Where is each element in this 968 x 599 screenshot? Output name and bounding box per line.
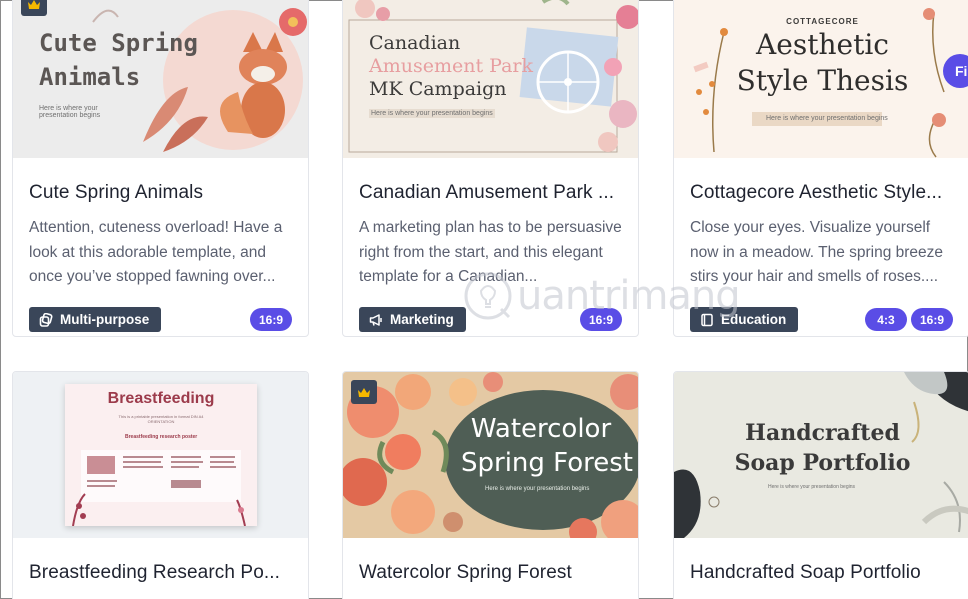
watermark-text: uantrimang (517, 273, 741, 319)
template-thumbnail[interactable]: COTTAGECORE Aesthetic Style Thesis Here … (674, 0, 968, 158)
template-thumbnail[interactable]: Watercolor Spring Forest Here is where y… (343, 372, 638, 538)
thumbnail-title: Handcrafted Soap Portfolio (734, 420, 911, 476)
poster-art (72, 450, 246, 526)
crown-icon (358, 387, 370, 397)
ratio-badge-16-9[interactable]: 16:9 (910, 308, 953, 331)
card-description: Attention, cuteness overload! Have a loo… (29, 219, 283, 285)
template-thumbnail[interactable]: Handcrafted Soap Portfolio Here is where… (674, 372, 968, 538)
copy-icon (39, 312, 53, 327)
watermark: uantrimang (461, 269, 741, 323)
thumbnail-title: Watercolor Spring Forest (461, 414, 633, 478)
megaphone-icon (369, 313, 382, 326)
thumbnail-title-line-2: Amusement Park (369, 55, 533, 77)
card-title[interactable]: Breastfeeding Research Po... (29, 562, 292, 584)
template-card-handcrafted-soap[interactable]: Handcrafted Soap Portfolio Here is where… (673, 371, 968, 599)
ratio-badge-16-9[interactable]: 16:9 (249, 308, 292, 331)
thumbnail-kicker: COTTAGECORE (786, 17, 859, 26)
poster-preview: Breastfeeding This is a printable presen… (65, 384, 257, 526)
template-card-watercolor-spring-forest[interactable]: Watercolor Spring Forest Here is where y… (342, 371, 639, 599)
thumbnail-subtitle: Here is where your presentation begins (369, 109, 495, 118)
thumbnail-subtitle: Here is where your presentation begins (485, 486, 590, 492)
card-title[interactable]: Canadian Amusement Park ... (359, 182, 622, 204)
ratio-badge-4-3[interactable]: 4:3 (864, 308, 907, 331)
template-card-breastfeeding-research[interactable]: Breastfeeding This is a printable presen… (12, 371, 309, 599)
thumbnail-subtitle: Here is where your presentation begins (39, 105, 101, 119)
thumbnail-title-line-3: MK Campaign (369, 78, 507, 100)
card-title[interactable]: Handcrafted Soap Portfolio (690, 562, 953, 584)
watermark-logo-icon (464, 272, 512, 320)
premium-badge (21, 0, 47, 16)
card-title[interactable]: Watercolor Spring Forest (359, 562, 622, 584)
template-thumbnail[interactable]: Breastfeeding This is a printable presen… (13, 372, 308, 538)
category-label: Multi-purpose (60, 312, 150, 327)
card-title[interactable]: Cottagecore Aesthetic Style... (690, 182, 953, 204)
category-tag-multi-purpose[interactable]: Multi-purpose (29, 307, 162, 332)
thumbnail-subtitle: Here is where your presentation begins (766, 115, 888, 122)
template-thumbnail[interactable]: Canadian Amusement Park MK Campaign Here… (343, 0, 638, 158)
premium-badge (351, 380, 377, 404)
thumbnail-subtitle: Here is where your presentation begins (768, 484, 855, 490)
thumbnail-title: Aesthetic Style Thesis (736, 28, 909, 97)
category-label: Marketing (390, 312, 454, 327)
template-card-cute-spring-animals[interactable]: Cute Spring Animals Here is where your p… (12, 0, 309, 337)
crown-icon (28, 0, 40, 9)
thumbnail-title-line-1: Canadian (369, 32, 461, 54)
category-tag-marketing[interactable]: Marketing (359, 307, 466, 332)
thumbnail-title: Cute Spring Animals (39, 29, 198, 91)
template-thumbnail[interactable]: Cute Spring Animals Here is where your p… (13, 0, 308, 158)
card-title[interactable]: Cute Spring Animals (29, 182, 292, 204)
